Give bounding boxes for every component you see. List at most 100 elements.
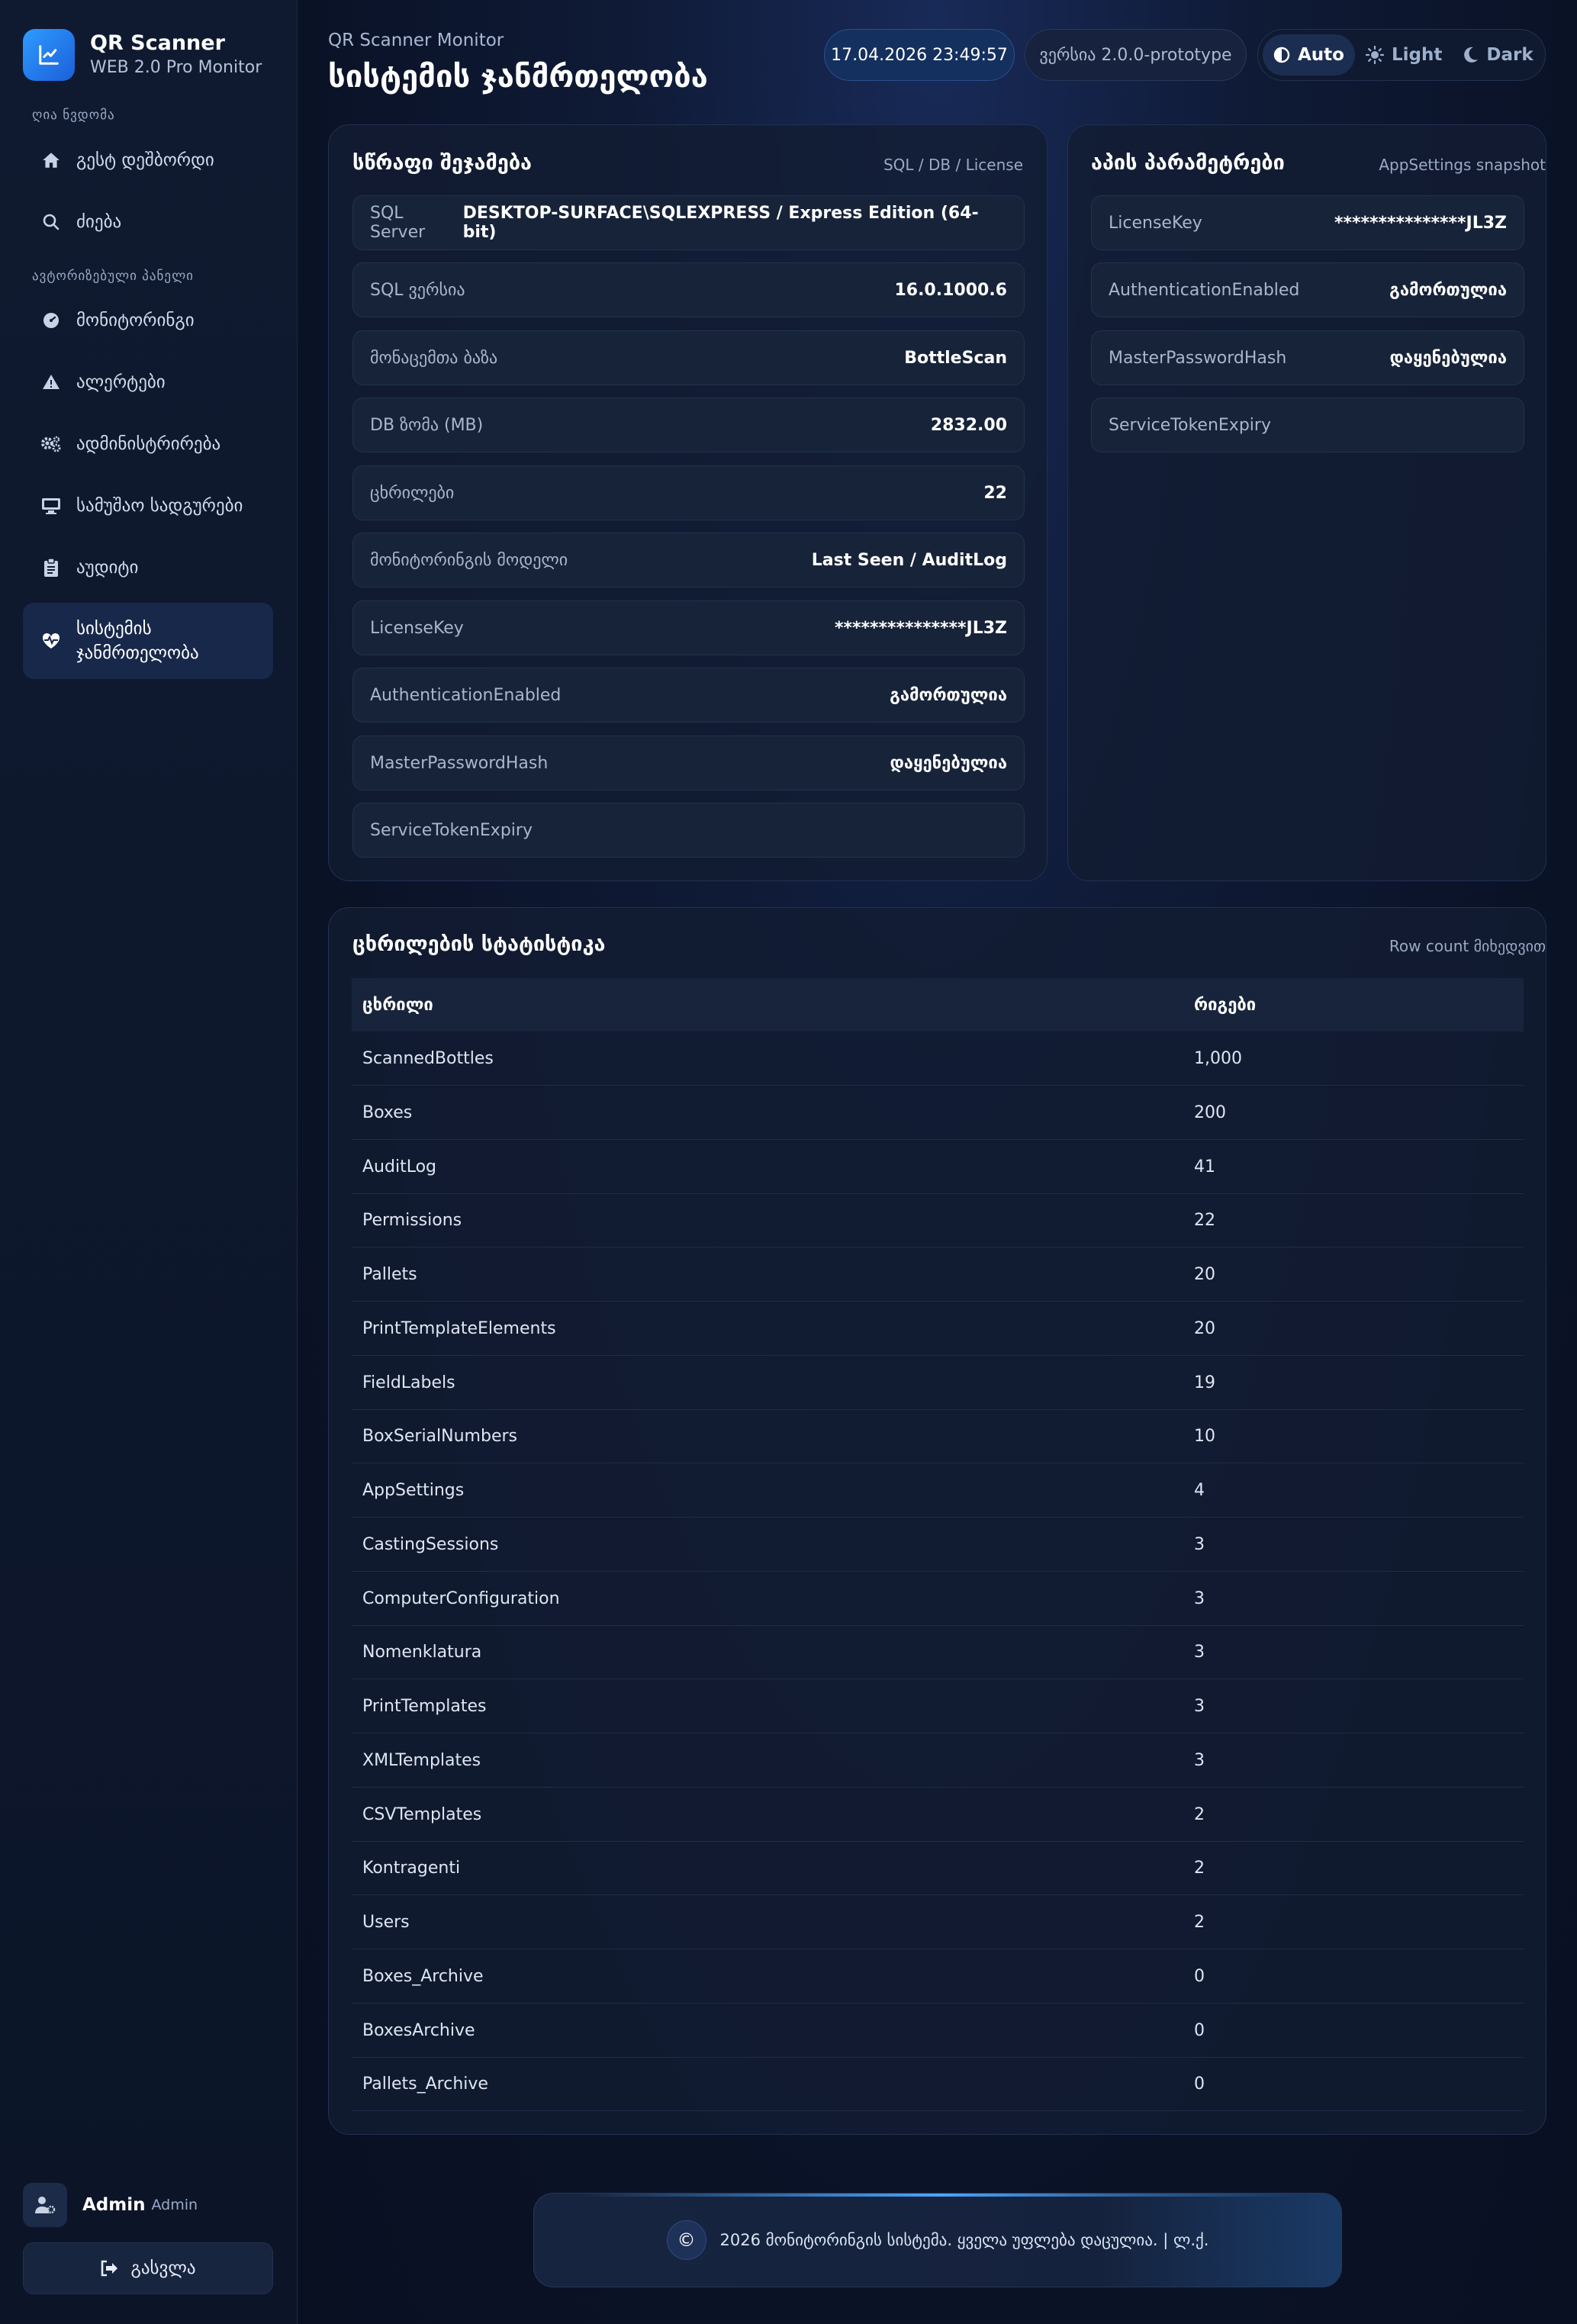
cell-table-name: CastingSessions — [362, 1534, 499, 1554]
sidebar-item-label: მონიტორინგი — [76, 311, 195, 330]
cell-table-name: Boxes_Archive — [362, 1966, 484, 1986]
theme-option-light[interactable]: Light — [1355, 34, 1453, 76]
footer-text: 2026 მონიტორინგის სისტემა. ყველა უფლება … — [719, 2231, 1209, 2249]
table-row[interactable]: Pallets 20 — [352, 1247, 1524, 1302]
table-row[interactable]: Kontragenti 2 — [352, 1841, 1524, 1895]
sidebar-item-alerts[interactable]: ალერტები — [23, 356, 273, 409]
sidebar-item-search[interactable]: ძიება — [23, 195, 273, 249]
brand-subtitle: WEB 2.0 Pro Monitor — [90, 58, 262, 77]
table-row[interactable]: CSVTemplates 2 — [352, 1788, 1524, 1842]
cell-table-name: Users — [362, 1912, 410, 1932]
kv-key: MasterPasswordHash — [1109, 348, 1287, 368]
logout-button[interactable]: გასვლა — [23, 2242, 273, 2294]
sidebar-item-label: ალერტები — [76, 372, 166, 392]
sidebar-item-guest-dashboard[interactable]: გესტ დეშბორდი — [23, 134, 273, 187]
cell-row-count: 10 — [1194, 1426, 1215, 1446]
kv-row-service-token: ServiceTokenExpiry — [1091, 398, 1524, 452]
kv-value: 16.0.1000.6 — [894, 280, 1007, 300]
cell-table-name: Kontragenti — [362, 1858, 461, 1878]
cell-table-name: Pallets — [362, 1264, 417, 1284]
gauge-icon — [40, 309, 63, 332]
kv-key: AuthenticationEnabled — [1109, 280, 1300, 300]
kv-key: ცხრილები — [370, 483, 455, 503]
brand[interactable]: QR Scanner WEB 2.0 Pro Monitor — [23, 29, 262, 81]
sidebar-item-monitoring[interactable]: მონიტორინგი — [23, 294, 273, 347]
cell-row-count: 20 — [1194, 1264, 1215, 1284]
table-row[interactable]: ComputerConfiguration 3 — [352, 1572, 1524, 1626]
kv-key: LicenseKey — [370, 618, 464, 638]
clipboard-icon — [40, 556, 63, 579]
sidebar-item-administration[interactable]: ადმინისტრირება — [23, 417, 273, 471]
table-stats-meta: Row count მიხედვით — [1389, 937, 1546, 955]
datetime-badge: 17.04.2026 23:49:57 — [824, 29, 1015, 81]
table-row[interactable]: BoxesArchive 0 — [352, 2004, 1524, 2058]
kv-row-master-password: MasterPasswordHash დაყენებულია — [1091, 330, 1524, 385]
cell-table-name: BoxesArchive — [362, 2020, 475, 2040]
theme-option-label: Dark — [1486, 45, 1534, 65]
cell-row-count: 1,000 — [1194, 1048, 1242, 1068]
cell-row-count: 3 — [1194, 1750, 1205, 1770]
table-row[interactable]: XMLTemplates 3 — [352, 1733, 1524, 1788]
theme-option-auto[interactable]: Auto — [1263, 34, 1355, 76]
sidebar-item-label: გესტ დეშბორდი — [76, 150, 214, 170]
table-row[interactable]: CastingSessions 3 — [352, 1518, 1524, 1572]
sidebar-item-label: ადმინისტრირება — [76, 434, 221, 454]
sidebar-item-audit[interactable]: აუდიტი — [23, 541, 273, 594]
half-circle-icon — [1273, 47, 1290, 63]
table-row[interactable]: Permissions 22 — [352, 1193, 1524, 1247]
table-row[interactable]: Nomenklatura 3 — [352, 1625, 1524, 1679]
app-settings-card: აპის პარამეტრები AppSettings snapshot Li… — [1067, 124, 1546, 881]
table-row[interactable]: AuditLog 41 — [352, 1140, 1524, 1194]
kv-key: LicenseKey — [1109, 213, 1202, 233]
cell-row-count: 3 — [1194, 1696, 1205, 1716]
kv-value: 2832.00 — [930, 415, 1007, 435]
kv-row-license-key: LicenseKey ***************JL3Z — [1091, 195, 1524, 250]
kv-key: ServiceTokenExpiry — [1109, 415, 1271, 435]
sidebar-item-label: აუდიტი — [76, 558, 139, 578]
cell-row-count: 4 — [1194, 1480, 1205, 1500]
chart-line-icon — [23, 29, 75, 81]
version-badge: ვერსია 2.0.0-prototype — [1025, 29, 1247, 81]
quick-summary-title: სწრაფი შეჯამება — [352, 151, 532, 175]
table-row[interactable]: AppSettings 4 — [352, 1463, 1524, 1518]
table-row[interactable]: Users 2 — [352, 1895, 1524, 1949]
column-header-table[interactable]: ცხრილი — [362, 996, 433, 1015]
kv-value: BottleScan — [904, 348, 1007, 368]
cell-row-count: 2 — [1194, 1804, 1205, 1824]
user-profile[interactable]: Admin Admin — [23, 2183, 198, 2227]
table-row[interactable]: PrintTemplateElements 20 — [352, 1302, 1524, 1356]
home-icon — [40, 149, 63, 172]
sign-out-icon — [100, 2260, 118, 2277]
sidebar-item-label: სამუშაო სადგურები — [76, 496, 243, 516]
table-row[interactable]: FieldLabels 19 — [352, 1356, 1524, 1410]
kv-key: SQL ვერსია — [370, 280, 465, 300]
kv-value: 22 — [983, 483, 1007, 503]
brand-title: QR Scanner — [90, 31, 225, 55]
table-row[interactable]: BoxSerialNumbers 10 — [352, 1409, 1524, 1463]
table-row[interactable]: Boxes_Archive 0 — [352, 1949, 1524, 2004]
column-header-rows[interactable]: რიგები — [1194, 996, 1256, 1015]
desktop-icon — [40, 494, 63, 517]
cell-table-name: AuditLog — [362, 1157, 436, 1176]
kv-row-database: მონაცემთა ბაზა BottleScan — [352, 330, 1025, 385]
moon-icon — [1463, 47, 1479, 63]
cell-table-name: ScannedBottles — [362, 1048, 494, 1068]
cell-row-count: 19 — [1194, 1373, 1215, 1392]
sidebar-item-workstations[interactable]: სამუშაო სადგურები — [23, 479, 273, 533]
table-row[interactable]: ScannedBottles 1,000 — [352, 1032, 1524, 1086]
theme-option-dark[interactable]: Dark — [1453, 34, 1543, 76]
copyright-icon: © — [666, 2220, 706, 2260]
table-row[interactable]: PrintTemplates 3 — [352, 1679, 1524, 1733]
gears-icon — [40, 433, 63, 455]
table-row[interactable]: Boxes 200 — [352, 1086, 1524, 1140]
sun-icon — [1365, 46, 1384, 64]
cell-row-count: 2 — [1194, 1912, 1205, 1932]
cell-table-name: PrintTemplates — [362, 1696, 487, 1716]
kv-value: Last Seen / AuditLog — [811, 550, 1007, 570]
kv-value: DESKTOP-SURFACE\SQLEXPRESS / Express Edi… — [462, 204, 979, 242]
kv-value: დაყენებულია — [1389, 348, 1507, 368]
cell-row-count: 41 — [1194, 1157, 1215, 1176]
theme-option-label: Auto — [1298, 45, 1344, 65]
table-row[interactable]: Pallets_Archive 0 — [352, 2057, 1524, 2111]
sidebar-item-system-health[interactable]: სისტემის ჯანმრთელობა — [23, 603, 273, 679]
